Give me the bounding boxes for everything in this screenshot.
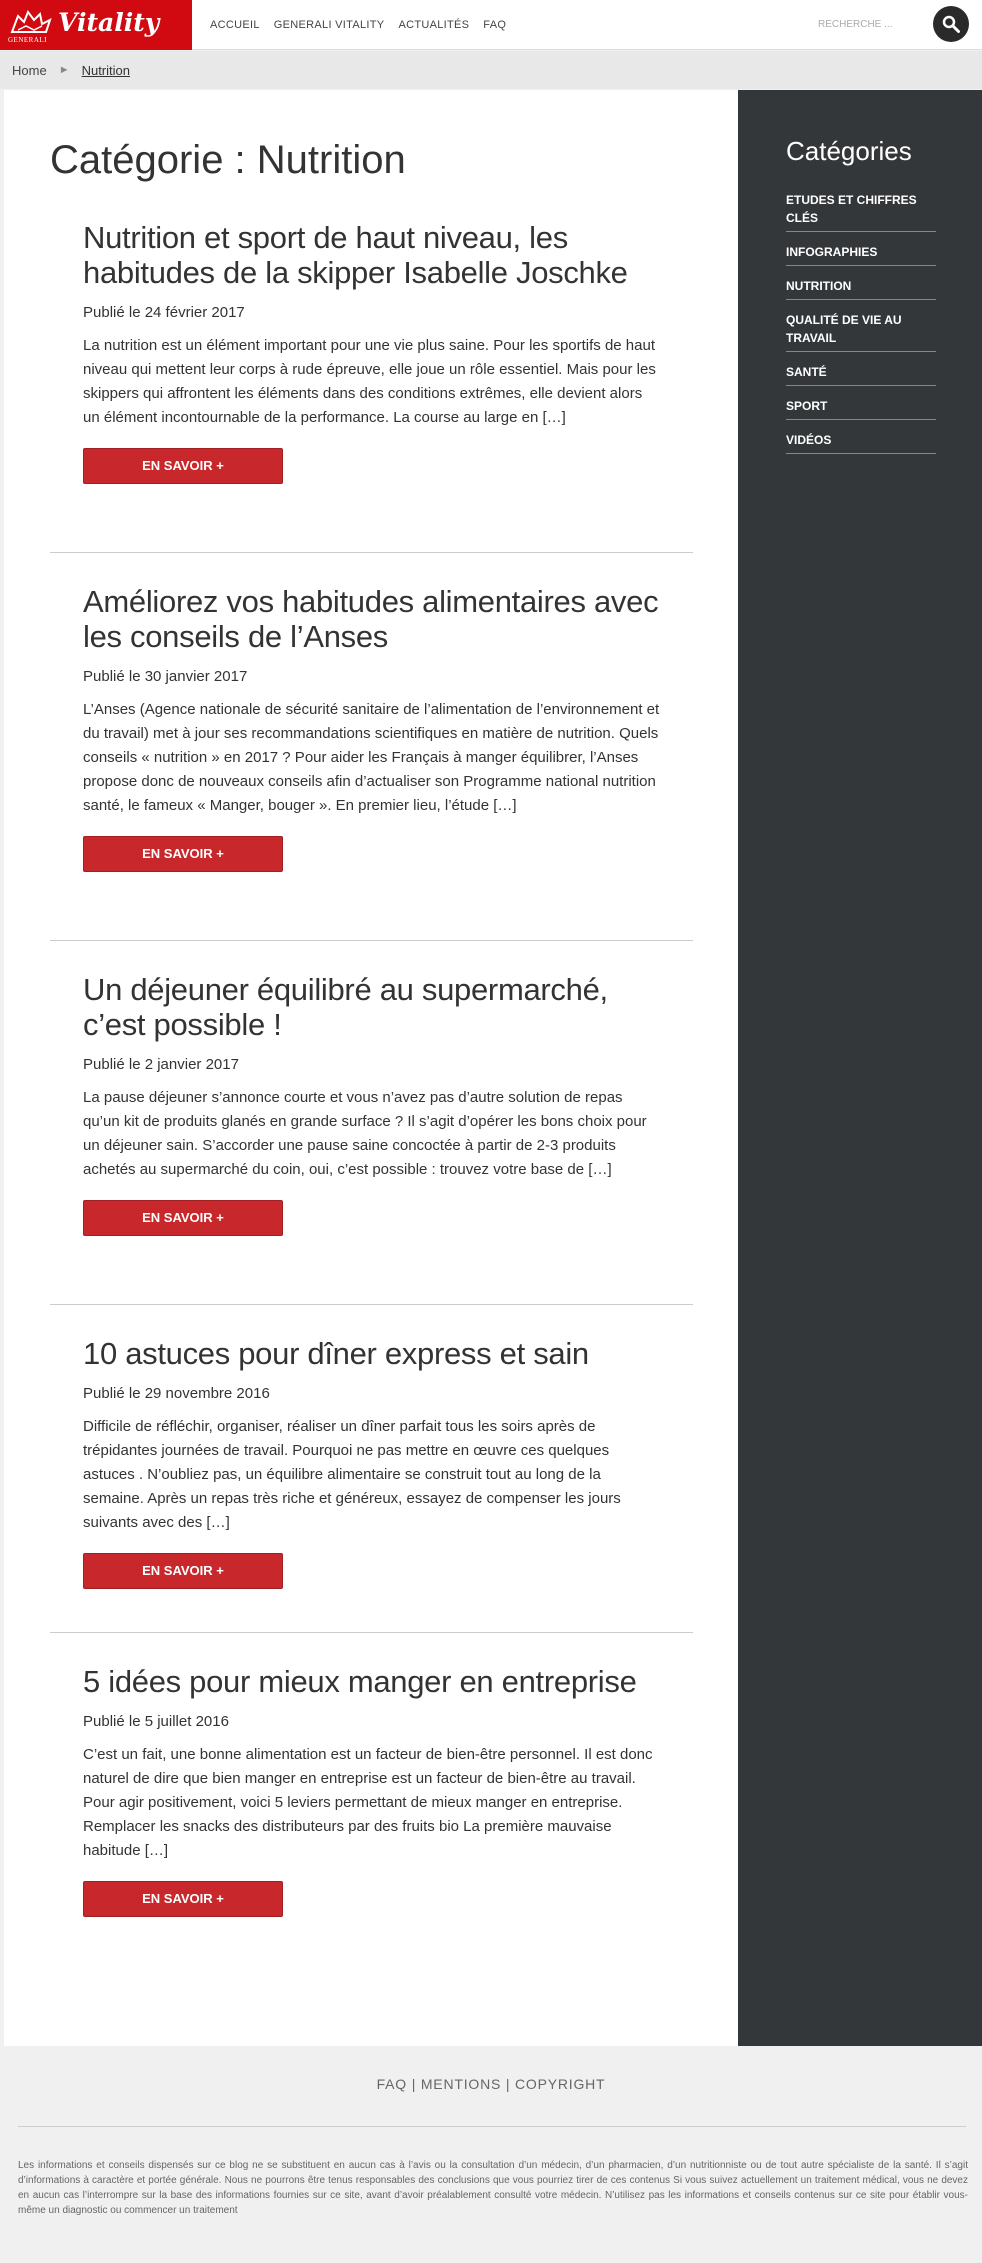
article-card: Améliorez vos habitudes alimentaires ave…	[83, 584, 663, 872]
logo-brand-text: Vitality	[58, 8, 160, 37]
category-link-infographies[interactable]: INFOGRAPHIES	[786, 245, 877, 259]
category-item: VIDÉOS	[786, 426, 936, 454]
article-card: Un déjeuner équilibré au supermarché, c’…	[83, 972, 663, 1236]
footer-links: FAQ | MENTIONS | COPYRIGHT	[0, 2076, 982, 2092]
nav-faq[interactable]: FAQ	[483, 19, 506, 31]
article-excerpt: La nutrition est un élément important po…	[83, 337, 656, 426]
read-more-button[interactable]: EN SAVOIR +	[83, 1200, 283, 1236]
category-link-sport[interactable]: SPORT	[786, 399, 827, 413]
article-date: Publié le 30 janvier 2017	[83, 668, 248, 685]
category-item: QUALITÉ DE VIE AU TRAVAIL	[786, 306, 936, 352]
article-card: 5 idées pour mieux manger en entreprise …	[83, 1664, 663, 1917]
nav-accueil[interactable]: ACCUEIL	[210, 19, 260, 31]
read-more-button[interactable]: EN SAVOIR +	[83, 1881, 283, 1917]
site-header: GENERALI Vitality ACCUEIL GENERALI VITAL…	[0, 0, 982, 50]
category-link-nutrition[interactable]: NUTRITION	[786, 279, 851, 293]
main-content: Catégorie : Nutrition Nutrition et sport…	[4, 90, 738, 2046]
search-input[interactable]	[818, 13, 918, 35]
sidebar-title: Catégories	[786, 136, 912, 166]
breadcrumb-current[interactable]: Nutrition	[82, 63, 130, 78]
article-divider	[50, 552, 693, 553]
article-title[interactable]: Nutrition et sport de haut niveau, les h…	[83, 220, 663, 290]
logo-company-text: GENERALI	[8, 36, 47, 44]
read-more-button[interactable]: EN SAVOIR +	[83, 1553, 283, 1589]
main-nav: ACCUEIL GENERALI VITALITY ACTUALITÉS FAQ	[210, 0, 520, 50]
breadcrumb-separator-icon: ►	[58, 64, 70, 76]
footer-link-mentions[interactable]: MENTIONS	[421, 2076, 501, 2092]
read-more-button[interactable]: EN SAVOIR +	[83, 836, 283, 872]
category-item: NUTRITION	[786, 272, 936, 300]
article-excerpt: Difficile de réfléchir, organiser, réali…	[83, 1418, 621, 1531]
category-item: INFOGRAPHIES	[786, 238, 936, 266]
article-title[interactable]: Améliorez vos habitudes alimentaires ave…	[83, 584, 663, 654]
category-item: SPORT	[786, 392, 936, 420]
footer-link-separator: |	[411, 2076, 417, 2092]
article-card: 10 astuces pour dîner express et sain Pu…	[83, 1336, 663, 1589]
article-title[interactable]: 10 astuces pour dîner express et sain	[83, 1336, 663, 1371]
generali-vitality-logo[interactable]: GENERALI Vitality	[0, 0, 192, 50]
category-item: SANTÉ	[786, 358, 936, 386]
footer-link-separator: |	[505, 2076, 511, 2092]
site-footer: FAQ | MENTIONS | COPYRIGHT Les informati…	[0, 2046, 982, 2263]
breadcrumb-home[interactable]: Home	[12, 63, 47, 78]
article-excerpt: La pause déjeuner s’annonce courte et vo…	[83, 1089, 647, 1178]
category-item: ETUDES ET CHIFFRES CLÉS	[786, 186, 936, 232]
article-title[interactable]: 5 idées pour mieux manger en entreprise	[83, 1664, 663, 1699]
search-icon	[942, 15, 960, 33]
search-button[interactable]	[933, 6, 969, 42]
article-date: Publié le 29 novembre 2016	[83, 1385, 270, 1402]
nav-actualites[interactable]: ACTUALITÉS	[398, 19, 469, 31]
footer-link-faq[interactable]: FAQ	[377, 2076, 407, 2092]
sidebar: Catégories ETUDES ET CHIFFRES CLÉS INFOG…	[738, 90, 982, 2046]
article-date: Publié le 2 janvier 2017	[83, 1056, 239, 1073]
category-link-sante[interactable]: SANTÉ	[786, 365, 827, 379]
article-divider	[50, 940, 693, 941]
article-divider	[50, 1304, 693, 1305]
nav-generali-vitality[interactable]: GENERALI VITALITY	[274, 19, 385, 31]
category-list: ETUDES ET CHIFFRES CLÉS INFOGRAPHIES NUT…	[786, 186, 936, 460]
page-title: Catégorie : Nutrition	[50, 138, 406, 182]
footer-divider	[18, 2126, 966, 2127]
article-excerpt: C’est un fait, une bonne alimentation es…	[83, 1746, 653, 1859]
read-more-button[interactable]: EN SAVOIR +	[83, 448, 283, 484]
article-date: Publié le 24 février 2017	[83, 304, 245, 321]
article-title[interactable]: Un déjeuner équilibré au supermarché, c’…	[83, 972, 663, 1042]
category-link-videos[interactable]: VIDÉOS	[786, 433, 831, 447]
category-link-etudes[interactable]: ETUDES ET CHIFFRES CLÉS	[786, 193, 917, 225]
article-date: Publié le 5 juillet 2016	[83, 1713, 229, 1730]
footer-disclaimer: Les informations et conseils dispensés s…	[18, 2160, 968, 2216]
category-link-qualite-vie[interactable]: QUALITÉ DE VIE AU TRAVAIL	[786, 313, 902, 345]
article-excerpt: L’Anses (Agence nationale de sécurité sa…	[83, 701, 660, 814]
footer-link-copyright[interactable]: COPYRIGHT	[515, 2076, 605, 2092]
breadcrumb: Home ► Nutrition	[0, 51, 982, 89]
article-divider	[50, 1632, 693, 1633]
article-card: Nutrition et sport de haut niveau, les h…	[83, 220, 663, 484]
